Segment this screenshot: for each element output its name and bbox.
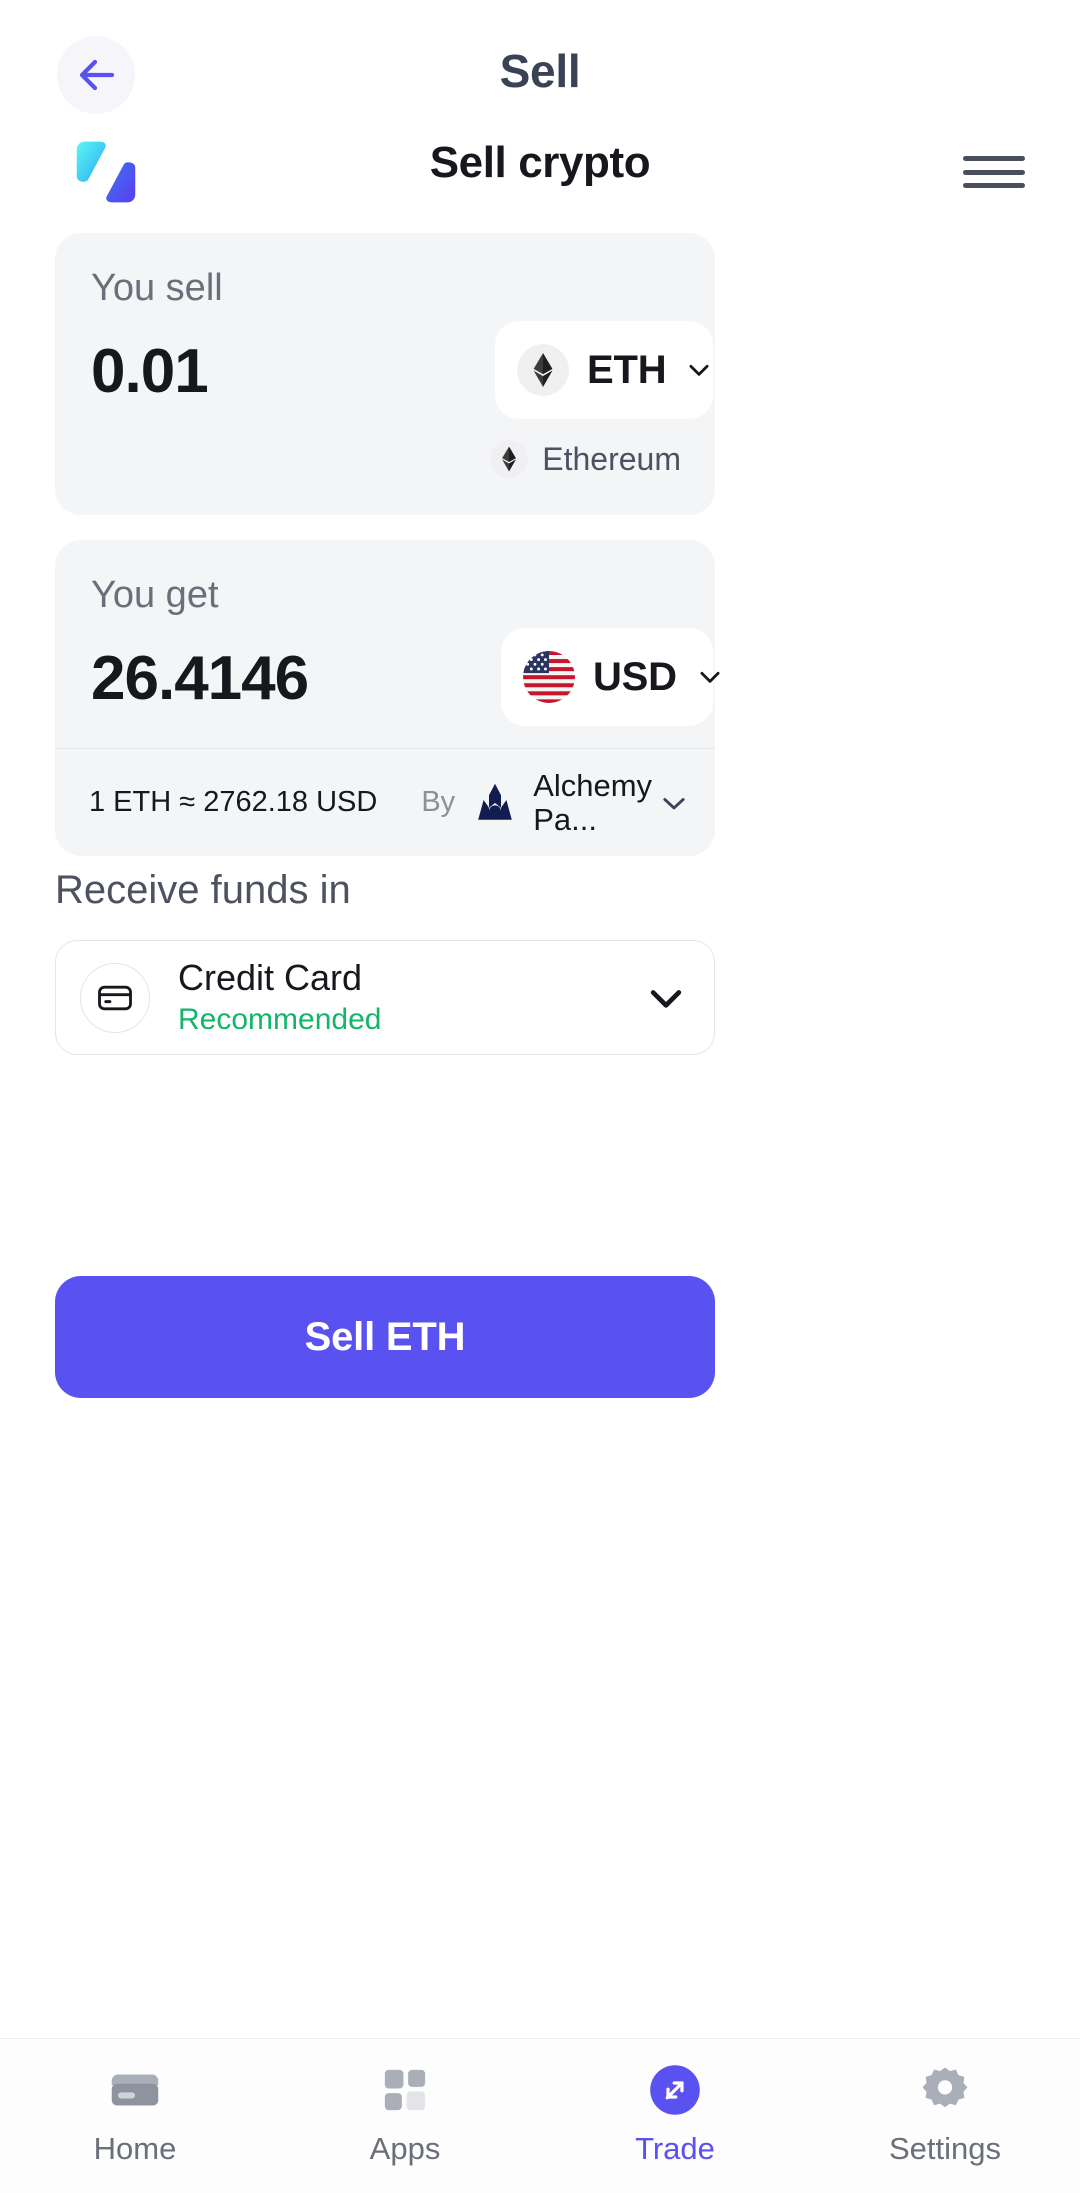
gear-icon: [922, 2067, 968, 2108]
sell-amount-input[interactable]: 0.01: [91, 336, 209, 407]
nav-item-trade[interactable]: Trade: [540, 2059, 810, 2167]
hamburger-menu-icon[interactable]: [963, 152, 1025, 192]
chevron-down-icon: [663, 797, 685, 809]
nav-label-home: Home: [93, 2131, 177, 2166]
payment-method-name: Credit Card: [178, 956, 363, 998]
exchange-rate-text: 1 ETH ≈ 2762.18 USD: [89, 786, 378, 818]
provider-name: Alchemy Pa...: [533, 768, 653, 837]
sell-network-name: Ethereum: [542, 440, 681, 477]
brand-title: Sell crypto: [429, 138, 651, 187]
you-sell-card: You sell 0.01 ETH Ethereum: [55, 233, 715, 515]
nav-label-settings: Settings: [888, 2131, 1001, 2166]
sell-asset-selector[interactable]: ETH: [495, 321, 713, 419]
credit-card-icon-wrap: [80, 962, 150, 1033]
nav-item-home[interactable]: Home: [0, 2059, 270, 2167]
trade-arrows-icon: [650, 2065, 700, 2115]
brand-header: Sell crypto: [0, 126, 1080, 216]
receive-funds-title: Receive funds in: [55, 868, 351, 912]
grid-apps-icon: [384, 2069, 426, 2111]
nav-item-apps[interactable]: Apps: [270, 2059, 540, 2167]
bottom-navigation: Home Apps Trade Settings: [0, 2038, 1080, 2193]
page-title: Sell: [499, 45, 581, 97]
usd-flag-icon: [523, 651, 575, 703]
credit-card-icon: [98, 985, 132, 1010]
you-get-card: You get 26.4146 USD: [55, 540, 720, 748]
get-asset-selector[interactable]: USD: [501, 628, 720, 726]
nav-label-trade: Trade: [635, 2131, 715, 2166]
nav-label-apps: Apps: [369, 2131, 441, 2166]
sell-eth-button[interactable]: Sell ETH: [55, 1276, 715, 1398]
sell-crypto-screen: Sell Sell crypto You sell 0.01 ETH Ether…: [0, 0, 1080, 2193]
you-sell-label: You sell: [91, 267, 223, 309]
payment-method-text: Credit Card Recommended: [178, 957, 381, 1039]
you-get-label: You get: [91, 574, 219, 616]
alchemy-pay-icon: [478, 783, 512, 820]
chevron-down-icon: [650, 989, 682, 1008]
get-asset-code: USD: [593, 654, 677, 699]
exchange-rate-row[interactable]: 1 ETH ≈ 2762.18 USD By Alchemy Pa...: [55, 748, 715, 856]
ethereum-icon: [490, 440, 529, 478]
nav-item-settings[interactable]: Settings: [810, 2059, 1080, 2167]
payment-method-badge: Recommended: [178, 1002, 382, 1036]
chevron-down-icon: [689, 364, 709, 376]
ethereum-icon: [517, 344, 569, 396]
sell-network-row: Ethereum: [490, 440, 681, 478]
get-amount-input[interactable]: 26.4146: [91, 643, 309, 714]
payment-method-selector[interactable]: Credit Card Recommended: [55, 940, 715, 1055]
sell-asset-code: ETH: [587, 347, 667, 392]
provider-by-label: By: [421, 786, 456, 818]
wallet-icon: [111, 2074, 159, 2106]
chevron-down-icon: [700, 671, 720, 683]
